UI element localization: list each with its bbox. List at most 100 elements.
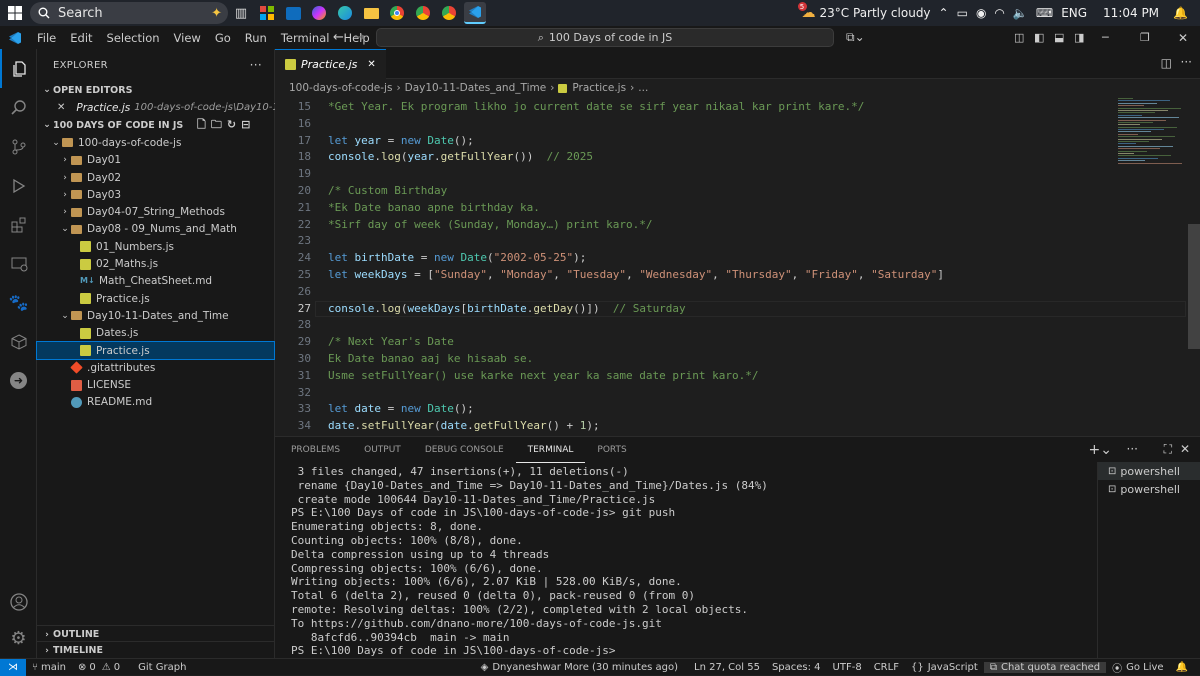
code-line[interactable]: let year = new Date(); — [328, 134, 474, 147]
code-line[interactable]: *Ek Date banao apne birthday ka. — [328, 201, 540, 214]
remote-indicator-icon[interactable]: ⋊ — [0, 658, 26, 676]
notifications-bell-icon[interactable]: 🔔 — [1170, 662, 1194, 673]
toggle-secondary-sidebar-icon[interactable]: ◨ — [1074, 31, 1084, 44]
encoding[interactable]: UTF-8 — [827, 662, 868, 673]
toggle-sidebar-icon[interactable]: ◧ — [1034, 31, 1044, 44]
outlook-icon[interactable] — [282, 2, 304, 24]
workspace-header[interactable]: ⌄ 100 DAYS OF CODE IN JS 🗋🗀↻⊟ — [37, 116, 274, 134]
tab-practice-js[interactable]: Practice.js ✕ — [275, 48, 386, 79]
chat-quota-status[interactable]: ⧉ Chat quota reached — [983, 661, 1107, 673]
breadcrumb-item[interactable]: ... — [638, 82, 648, 94]
menu-edit[interactable]: Edit — [63, 31, 99, 45]
taskbar-search-box[interactable]: Search ✦ — [30, 2, 228, 24]
close-window-icon[interactable]: ✕ — [1178, 31, 1188, 45]
code-line[interactable]: let date = new Date(); — [328, 402, 474, 415]
breadcrumb-item[interactable]: Practice.js — [572, 82, 626, 94]
chrome-profile-2-icon[interactable] — [438, 2, 460, 24]
explorer-icon[interactable] — [0, 49, 37, 88]
tab-terminal[interactable]: TERMINAL — [515, 437, 586, 463]
file-item[interactable]: .gitattributes — [37, 359, 274, 376]
git-blame[interactable]: ◈ Dnyaneshwar More (30 minutes ago) — [475, 662, 684, 673]
code-line[interactable]: /* Next Year's Date — [328, 335, 454, 348]
copilot-icon[interactable] — [308, 2, 330, 24]
editor-scrollbar[interactable] — [1188, 224, 1200, 349]
notifications-icon[interactable]: 🔔 — [1173, 6, 1188, 20]
minimize-icon[interactable]: ─ — [1102, 31, 1109, 44]
close-panel-icon[interactable]: ✕ — [1180, 442, 1190, 456]
accounts-icon[interactable] — [0, 582, 37, 621]
file-item[interactable]: M↓ Math_CheatSheet.md — [37, 273, 274, 290]
problems-indicator[interactable]: ⊗ 0 ⚠ 0 — [72, 662, 126, 673]
code-area[interactable]: 15 *Get Year. Ek program likho jo current… — [275, 98, 1200, 436]
open-editors-header[interactable]: ⌄ OPEN EDITORS — [37, 81, 274, 99]
code-line[interactable]: date.setFullYear(date.getFullYear() + 1)… — [328, 419, 600, 432]
file-item[interactable]: 02_Maths.js — [37, 255, 274, 272]
menu-run[interactable]: Run — [238, 31, 274, 45]
file-explorer-icon[interactable] — [360, 2, 382, 24]
close-tab-icon[interactable]: ✕ — [367, 59, 375, 70]
folder-item[interactable]: › Day01 — [37, 152, 274, 169]
close-editor-icon[interactable]: ✕ — [57, 102, 65, 113]
file-item[interactable]: Practice.js — [37, 290, 274, 307]
code-line[interactable]: let weekDays = ["Sunday", "Monday", "Tue… — [328, 268, 944, 281]
new-folder-icon[interactable]: 🗀 — [211, 118, 227, 131]
volume-icon[interactable]: 🔈 — [1013, 6, 1028, 20]
containers-icon[interactable] — [0, 322, 37, 361]
maximize-panel-icon[interactable]: ⛶ — [1164, 442, 1172, 457]
code-line[interactable]: console.log(year.getFullYear()) // 2025 — [328, 150, 593, 163]
menu-selection[interactable]: Selection — [100, 31, 167, 45]
tab-debug-console[interactable]: DEBUG CONSOLE — [413, 437, 516, 463]
code-line[interactable]: Usme setFullYear() use karke next year k… — [328, 369, 758, 382]
tab-ports[interactable]: PORTS — [585, 437, 638, 463]
tab-problems[interactable]: PROBLEMS — [279, 437, 352, 463]
back-arrow-icon[interactable]: ← — [333, 30, 344, 45]
wifi-icon[interactable]: ◠ — [994, 6, 1004, 20]
folder-item[interactable]: › Day04-07_String_Methods — [37, 203, 274, 220]
widgets-icon[interactable] — [256, 2, 278, 24]
code-line[interactable]: Ek Date banao aaj ke hisaab se. — [328, 352, 533, 365]
folder-item[interactable]: ⌄ Day10-11-Dates_and_Time — [37, 307, 274, 324]
task-view-icon[interactable]: ▥ — [230, 2, 252, 24]
indentation[interactable]: Spaces: 4 — [766, 662, 827, 673]
clock[interactable]: 11:04 PM — [1103, 6, 1159, 20]
menu-file[interactable]: File — [30, 31, 63, 45]
code-line[interactable]: /* Custom Birthday — [328, 184, 447, 197]
new-file-icon[interactable]: 🗋 — [197, 118, 211, 131]
source-control-icon[interactable] — [0, 127, 37, 166]
windows-start-icon[interactable] — [0, 0, 30, 26]
git-graph-button[interactable]: Git Graph — [132, 662, 192, 673]
collapse-all-icon[interactable]: ⊟ — [241, 118, 255, 131]
code-line[interactable]: console.log(weekDays[birthDate.getDay()]… — [328, 302, 686, 315]
refresh-icon[interactable]: ↻ — [227, 118, 241, 131]
terminal-instance[interactable]: ⊡ powershell — [1098, 480, 1200, 498]
new-terminal-icon[interactable]: +⌄ — [1089, 442, 1112, 458]
code-line[interactable]: *Sirf day of week (Sunday, Monday…) prin… — [328, 218, 653, 231]
branch-indicator[interactable]: ⑂ main — [26, 662, 72, 673]
folder-item[interactable]: ⌄ Day08 - 09_Nums_and_Math — [37, 221, 274, 238]
command-center[interactable]: ⌕ 100 Days of code in JS — [376, 28, 834, 47]
language-mode[interactable]: {} JavaScript — [905, 662, 984, 673]
toggle-panel-icon[interactable]: ⬓ — [1054, 31, 1064, 44]
menu-terminal[interactable]: Terminal — [274, 31, 337, 45]
forward-arrow-icon[interactable]: → — [354, 30, 365, 45]
cursor-position[interactable]: Ln 27, Col 55 — [688, 662, 766, 673]
breadcrumb-item[interactable]: Day10-11-Dates_and_Time — [405, 82, 547, 94]
tab-output[interactable]: OUTPUT — [352, 437, 413, 463]
end-of-line[interactable]: CRLF — [868, 662, 905, 673]
edge-icon[interactable] — [334, 2, 356, 24]
more-actions-icon[interactable]: ··· — [250, 58, 262, 72]
run-debug-icon[interactable] — [0, 166, 37, 205]
timeline-header[interactable]: › TIMELINE — [37, 641, 274, 659]
keyboard-icon[interactable]: ⌨ — [1036, 6, 1053, 20]
file-item[interactable]: Practice.js — [36, 340, 275, 361]
restore-icon[interactable]: ❐ — [1140, 31, 1150, 44]
paw-extension-icon[interactable]: 🐾 — [0, 283, 37, 322]
breadcrumb-item[interactable]: 100-days-of-code-js — [289, 82, 392, 94]
menu-go[interactable]: Go — [208, 31, 238, 45]
vscode-taskbar-icon[interactable] — [464, 2, 486, 24]
folder-item[interactable]: › Day03 — [37, 186, 274, 203]
minimap[interactable] — [1118, 98, 1188, 168]
file-item[interactable]: Dates.js — [37, 325, 274, 342]
go-live-button[interactable]: ⦿ Go Live — [1106, 660, 1169, 675]
split-editor-icon[interactable]: ◫ — [1161, 56, 1172, 70]
